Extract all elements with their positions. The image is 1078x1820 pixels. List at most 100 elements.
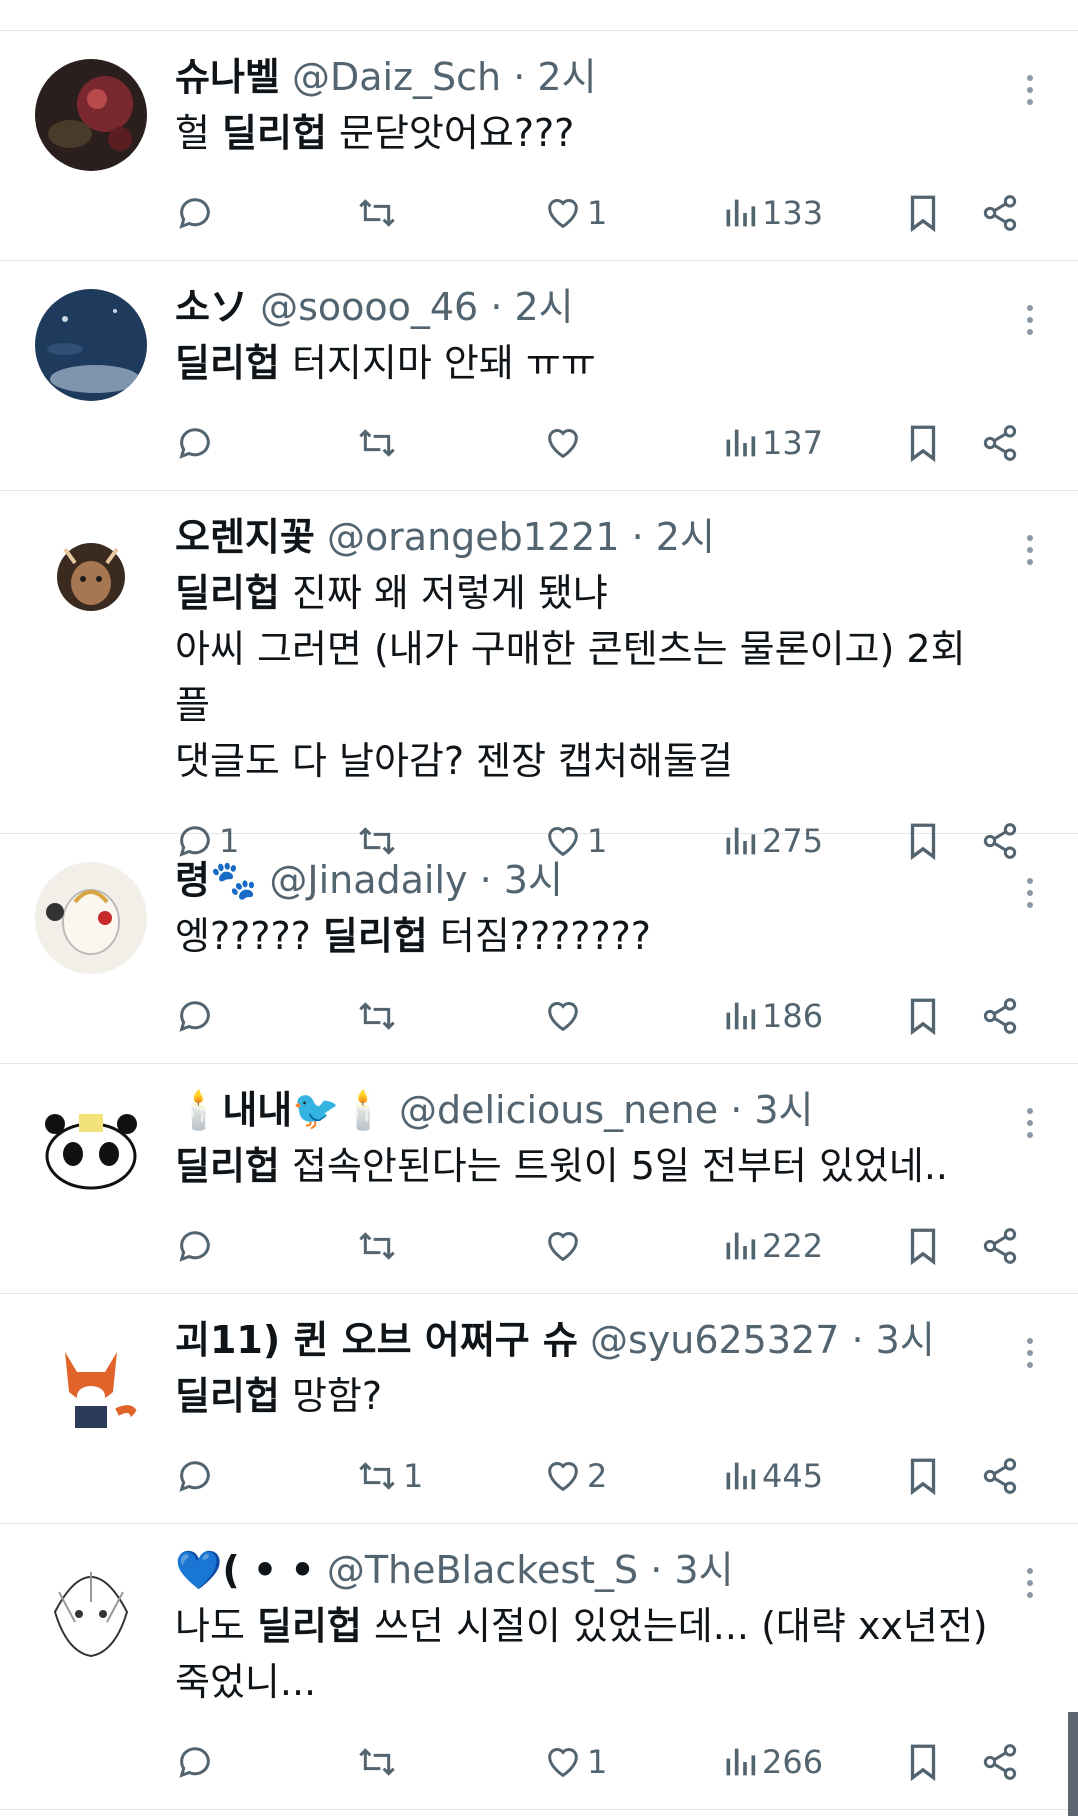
handle[interactable]: @Jinadaily xyxy=(269,858,467,902)
like-button[interactable] xyxy=(543,1224,587,1268)
text-segment: 망함? xyxy=(279,1374,383,1418)
display-name[interactable]: 소ソ xyxy=(175,285,248,329)
retweet-icon xyxy=(359,199,395,227)
text-segment: 터지지마 안돼 ㅠㅠ xyxy=(279,341,596,385)
more-icon[interactable] xyxy=(1026,535,1034,569)
avatar[interactable] xyxy=(35,519,147,631)
reply-button[interactable] xyxy=(175,421,219,465)
heart-icon xyxy=(548,1748,578,1778)
more-icon[interactable] xyxy=(1026,305,1034,339)
bookmark-button[interactable] xyxy=(905,191,941,235)
tweet[interactable]: 소ソ @soooo_46 · 2시 딜리헙 터지지마 안돼 ㅠㅠ 137 xyxy=(0,261,1078,491)
scrollbar[interactable] xyxy=(1068,1712,1078,1816)
share-button[interactable] xyxy=(980,421,1020,465)
share-button[interactable] xyxy=(980,191,1020,235)
retweet-button[interactable] xyxy=(355,421,403,465)
tweet-text: 딜리헙 터지지마 안돼 ㅠㅠ xyxy=(175,335,988,391)
reply-icon xyxy=(179,198,210,229)
share-button[interactable] xyxy=(980,1454,1020,1498)
timestamp[interactable]: 3시 xyxy=(674,1548,733,1592)
hashtag-keyword: 딜리헙 xyxy=(322,914,428,958)
like-button[interactable] xyxy=(543,994,587,1038)
avatar[interactable] xyxy=(35,862,147,974)
bookmark-icon xyxy=(910,1458,936,1496)
handle[interactable]: @syu625327 xyxy=(590,1318,839,1362)
reply-icon xyxy=(179,1001,210,1032)
display-name[interactable]: 오렌지꽃 xyxy=(175,515,315,559)
more-icon[interactable] xyxy=(1026,1108,1034,1142)
text-segment: 헐 xyxy=(175,111,223,155)
more-icon[interactable] xyxy=(1026,1338,1034,1372)
handle[interactable]: @soooo_46 xyxy=(260,285,478,329)
action-bar: 1 133 xyxy=(0,171,1078,271)
share-button[interactable] xyxy=(980,1224,1020,1268)
tweet[interactable]: 오렌지꽃 @orangeb1221 · 2시 딜리헙 진짜 왜 저렇게 됐냐 아… xyxy=(0,491,1078,861)
display-name[interactable]: 🕯️내내🐦🕯️ xyxy=(175,1088,387,1132)
timestamp[interactable]: 2시 xyxy=(656,515,715,559)
views-button[interactable]: 266 xyxy=(722,1740,823,1784)
bookmark-button[interactable] xyxy=(905,994,941,1038)
display-name[interactable]: 괴11) 퀸 오브 어쩌구 슈 xyxy=(175,1318,578,1362)
like-button[interactable] xyxy=(543,421,587,465)
share-button[interactable] xyxy=(980,994,1020,1038)
timestamp[interactable]: 3시 xyxy=(504,858,563,902)
share-icon xyxy=(983,195,1017,231)
tweet[interactable]: 괴11) 퀸 오브 어쩌구 슈 @syu625327 · 3시 딜리헙 망함? … xyxy=(0,1294,1078,1524)
avatar[interactable] xyxy=(35,289,147,401)
timestamp[interactable]: 3시 xyxy=(876,1318,935,1362)
tweet[interactable]: 령🐾 @Jinadaily · 3시 엥????? 딜리헙 터짐??????? xyxy=(0,834,1078,1064)
handle[interactable]: @TheBlackest_S xyxy=(327,1548,638,1592)
tweet[interactable]: 슈나벨 @Daiz_Sch · 2시 헐 딜리헙 문닫앗어요??? 1 133 xyxy=(0,31,1078,261)
handle[interactable]: @orangeb1221 xyxy=(327,515,620,559)
more-icon[interactable] xyxy=(1026,75,1034,109)
views-icon xyxy=(726,1002,756,1030)
views-button[interactable]: 186 xyxy=(722,994,823,1038)
timestamp[interactable]: 2시 xyxy=(514,285,573,329)
avatar[interactable] xyxy=(35,1552,147,1664)
text-line: 댓글도 다 날아감? 젠장 캡처해둘걸 xyxy=(175,739,733,783)
views-button[interactable]: 222 xyxy=(722,1224,823,1268)
avatar[interactable] xyxy=(35,59,147,171)
reply-button[interactable] xyxy=(175,1224,219,1268)
tweet[interactable]: 🕯️내내🐦🕯️ @delicious_nene · 3시 딜리헙 접속안된다는 … xyxy=(0,1064,1078,1294)
handle[interactable]: @delicious_nene xyxy=(399,1088,718,1132)
views-button[interactable]: 133 xyxy=(722,191,823,235)
retweet-button[interactable]: 1 xyxy=(355,1454,423,1498)
more-icon[interactable] xyxy=(1026,878,1034,912)
view-count: 186 xyxy=(762,997,824,1035)
bookmark-button[interactable] xyxy=(905,1454,941,1498)
bookmark-icon xyxy=(910,195,936,233)
timestamp[interactable]: 3시 xyxy=(754,1088,813,1132)
retweet-button[interactable] xyxy=(355,1740,403,1784)
like-button[interactable]: 1 xyxy=(543,191,607,235)
handle[interactable]: @Daiz_Sch xyxy=(292,55,501,99)
reply-icon xyxy=(179,1231,210,1262)
avatar[interactable] xyxy=(35,1322,147,1434)
share-button[interactable] xyxy=(980,1740,1020,1784)
views-button[interactable]: 445 xyxy=(722,1454,823,1498)
display-name[interactable]: 슈나벨 xyxy=(175,55,280,99)
avatar[interactable] xyxy=(35,1092,147,1204)
more-icon[interactable] xyxy=(1026,1568,1034,1602)
share-icon xyxy=(983,1744,1017,1780)
bookmark-button[interactable] xyxy=(905,421,941,465)
tweet[interactable]: 💙( • • @TheBlackest_S · 3시 나도 딜리헙 쓰던 시절이… xyxy=(0,1524,1078,1810)
timestamp[interactable]: 2시 xyxy=(537,55,596,99)
views-button[interactable]: 137 xyxy=(722,421,823,465)
reply-button[interactable] xyxy=(175,1740,219,1784)
display-name[interactable]: 💙( • • xyxy=(175,1548,315,1592)
text-segment: 쓰던 시절이 있었는데... (대략 xx년전) xyxy=(361,1604,988,1648)
like-count: 1 xyxy=(587,194,608,232)
reply-button[interactable] xyxy=(175,994,219,1038)
display-name[interactable]: 령🐾 xyxy=(175,858,257,902)
bookmark-button[interactable] xyxy=(905,1224,941,1268)
like-button[interactable]: 1 xyxy=(543,1740,607,1784)
reply-button[interactable] xyxy=(175,1454,219,1498)
retweet-button[interactable] xyxy=(355,1224,403,1268)
like-button[interactable]: 2 xyxy=(543,1454,607,1498)
reply-button[interactable] xyxy=(175,191,219,235)
retweet-button[interactable] xyxy=(355,191,403,235)
bookmark-button[interactable] xyxy=(905,1740,941,1784)
retweet-button[interactable] xyxy=(355,994,403,1038)
separator-dot: · xyxy=(490,285,515,329)
